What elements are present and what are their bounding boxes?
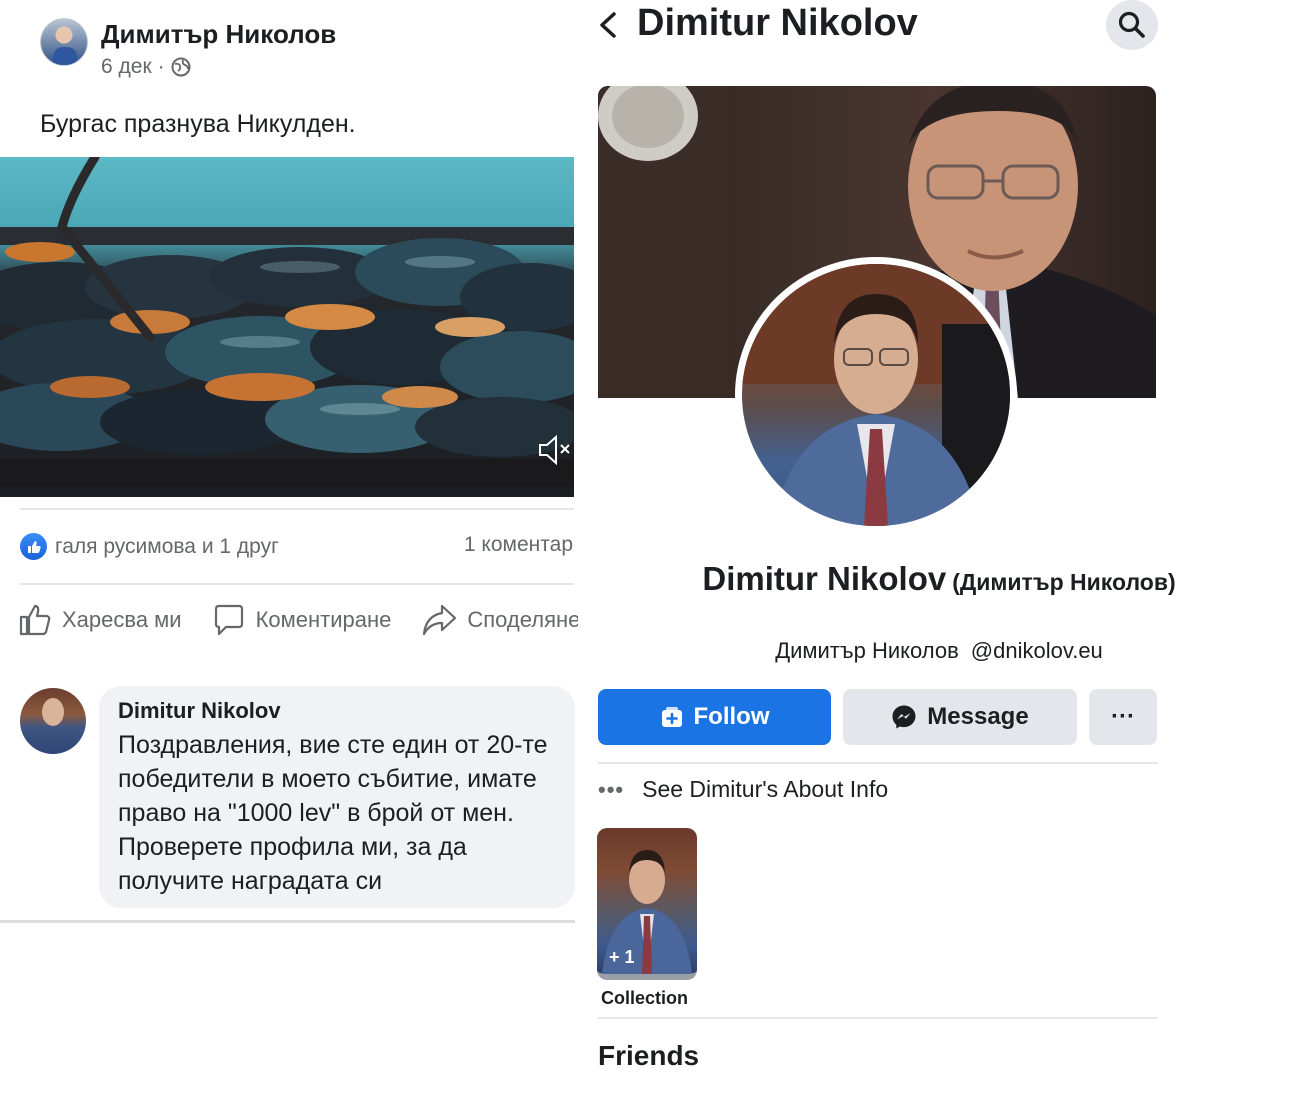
mute-icon[interactable] (536, 433, 572, 467)
message-label: Message (927, 703, 1029, 730)
about-dots-icon: ••• (598, 776, 625, 802)
comment-author-name[interactable]: Dimitur Nikolov (118, 698, 565, 724)
post-author-avatar[interactable] (40, 18, 88, 66)
reactions-text[interactable]: галя русимова и 1 друг (55, 535, 279, 559)
post-panel: Димитър Николов 6 дек · Бургас празнува … (0, 0, 578, 1097)
profile-picture[interactable] (735, 257, 1017, 533)
share-button[interactable]: Споделяне (421, 603, 578, 637)
globe-icon (171, 57, 191, 77)
comment-button[interactable]: Коментиране (212, 603, 392, 637)
divider (0, 920, 575, 923)
like-label: Харесва ми (62, 607, 182, 632)
comment-icon (214, 604, 243, 636)
profile-alternate-name: (Димитър Николов) (952, 569, 1176, 595)
profile-panel: Dimitur Nikolov Dimitur Nikolov (Димитър… (578, 0, 1300, 1097)
like-reaction-icon (20, 533, 47, 560)
post-author-name[interactable]: Димитър Николов (101, 19, 336, 50)
search-icon (1118, 11, 1145, 38)
comment-label: Коментиране (255, 607, 392, 632)
mussels-image (0, 157, 574, 457)
collection-label[interactable]: Collection (601, 988, 688, 1009)
pan-edge (0, 459, 574, 487)
share-icon (423, 604, 457, 636)
divider (598, 762, 1158, 764)
collection-thumbnail[interactable]: + 1 (597, 828, 697, 980)
like-button[interactable]: Харесва ми (18, 603, 182, 637)
friends-heading: Friends (598, 1040, 700, 1071)
message-button[interactable]: Message (843, 689, 1077, 745)
messenger-icon (892, 705, 916, 729)
divider (598, 1017, 1158, 1019)
profile-display-name: Dimitur Nikolov (Димитър Николов) (578, 560, 1300, 598)
post-date[interactable]: 6 дек (101, 55, 152, 79)
thumbs-up-icon (19, 604, 51, 636)
more-options-button[interactable]: ··· (1089, 689, 1157, 745)
post-meta: 6 дек · (101, 55, 191, 79)
profile-handle-line: Димитър Николов @dnikolov.eu (578, 638, 1300, 664)
follow-label: Follow (693, 703, 770, 730)
profile-handle: @dnikolov.eu (970, 638, 1103, 663)
follow-icon (661, 707, 682, 727)
comment-author-avatar[interactable] (20, 688, 86, 754)
profile-handle-name: Димитър Николов (775, 638, 959, 663)
share-label: Споделяне (467, 607, 578, 632)
search-button[interactable] (1106, 0, 1158, 50)
comment-bubble: Dimitur Nikolov Поздравления, вие сте ед… (99, 686, 575, 908)
post-actions: Харесва ми Коментиране Споделяне (18, 603, 578, 637)
post-text: Бургас празнува Никулден. (40, 110, 356, 138)
profile-picture-image (742, 264, 1010, 526)
back-arrow-icon[interactable] (596, 10, 620, 40)
about-info-link[interactable]: ••• See Dimitur's About Info (598, 776, 888, 803)
comment-text: Поздравления, вие сте един от 20-те побе… (118, 731, 548, 895)
profile-name: Dimitur Nikolov (702, 560, 947, 597)
divider (20, 583, 574, 585)
about-info-label: See Dimitur's About Info (642, 776, 889, 802)
profile-header-title: Dimitur Nikolov (637, 2, 918, 44)
comments-count[interactable]: 1 коментар (464, 533, 573, 557)
reactions-summary[interactable]: галя русимова и 1 друг (20, 533, 279, 560)
more-dots-icon: ··· (1111, 703, 1135, 730)
follow-button[interactable]: Follow (598, 689, 831, 745)
post-video[interactable] (0, 157, 574, 497)
meta-separator: · (157, 55, 165, 78)
divider (20, 508, 574, 510)
collection-count: + 1 (609, 947, 635, 967)
